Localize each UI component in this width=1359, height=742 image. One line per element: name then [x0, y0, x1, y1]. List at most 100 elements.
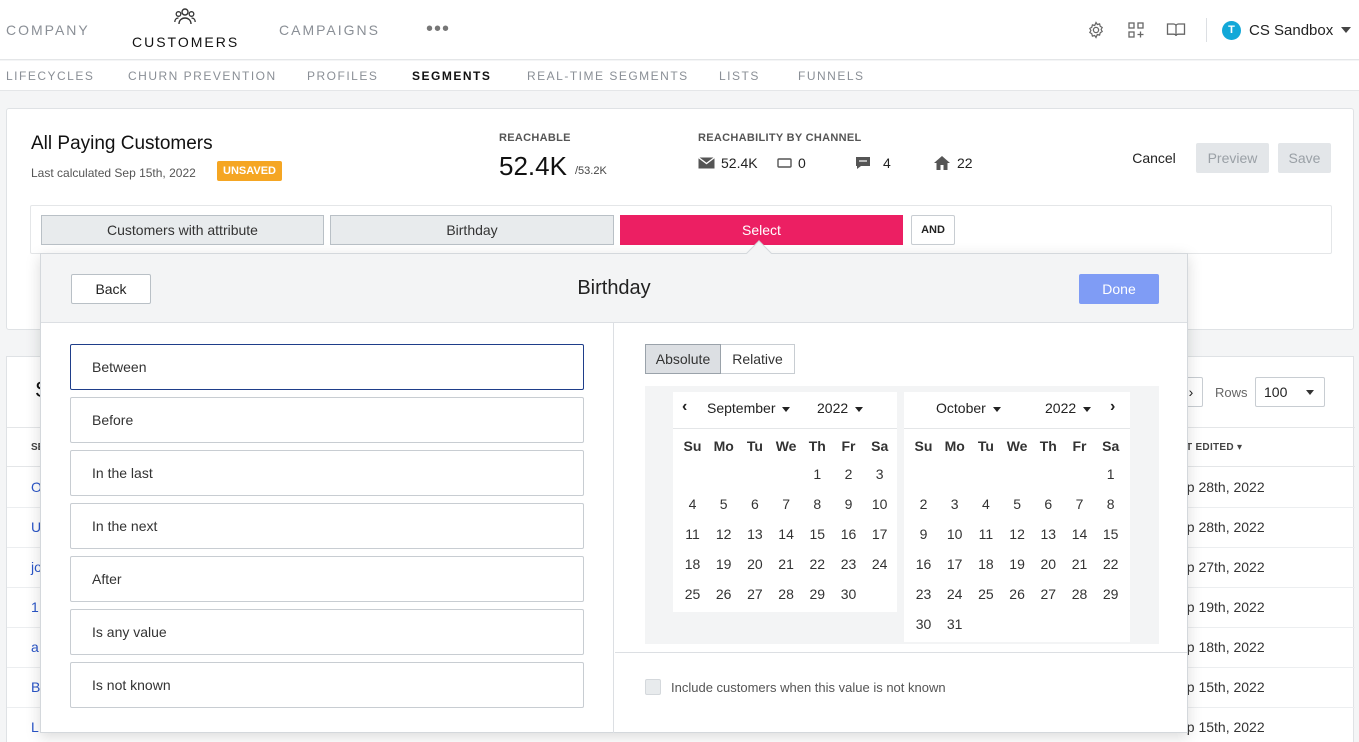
calendar-day-oct-29[interactable]: 29: [1095, 586, 1126, 602]
subnav-lists[interactable]: LISTS: [719, 69, 760, 83]
calendar-day-oct-7[interactable]: 7: [1064, 496, 1095, 512]
calendar-day-sep-24[interactable]: 24: [864, 556, 895, 572]
calendar-day-sep-28[interactable]: 28: [771, 586, 802, 602]
calendar-day-oct-21[interactable]: 21: [1064, 556, 1095, 572]
row-name[interactable]: B: [31, 679, 40, 695]
calendar-day-sep-27[interactable]: 27: [739, 586, 770, 602]
calendar-day-oct-24[interactable]: 24: [939, 586, 970, 602]
operator-in-the-last[interactable]: In the last: [70, 450, 584, 496]
more-menu-icon[interactable]: •••: [426, 18, 450, 41]
calendar-day-sep-17[interactable]: 17: [864, 526, 895, 542]
calendar-day-sep-23[interactable]: 23: [833, 556, 864, 572]
subnav-churn-prevention[interactable]: CHURN PREVENTION: [128, 69, 277, 83]
cancel-button[interactable]: Cancel: [1119, 143, 1189, 173]
operator-between[interactable]: Between: [70, 344, 584, 390]
calendar-day-sep-9[interactable]: 9: [833, 496, 864, 512]
nav-customers[interactable]: CUSTOMERS: [132, 34, 239, 50]
calendar-day-oct-18[interactable]: 18: [970, 556, 1001, 572]
year-select[interactable]: 2022: [1045, 400, 1092, 416]
calendar-day-oct-23[interactable]: 23: [908, 586, 939, 602]
preview-button[interactable]: Preview: [1196, 143, 1269, 173]
chevron-down-icon[interactable]: [1341, 27, 1351, 33]
calendar-day-oct-31[interactable]: 31: [939, 616, 970, 632]
calendar-day-sep-7[interactable]: 7: [771, 496, 802, 512]
calendar-day-oct-5[interactable]: 5: [1002, 496, 1033, 512]
calendar-day-sep-11[interactable]: 11: [677, 526, 708, 542]
chevron-right-icon[interactable]: ›: [1110, 398, 1115, 416]
calendar-day-sep-16[interactable]: 16: [833, 526, 864, 542]
subnav-segments[interactable]: SEGMENTS: [412, 69, 491, 83]
filter-condition-chip[interactable]: Select: [620, 215, 903, 245]
operator-before[interactable]: Before: [70, 397, 584, 443]
calendar-day-sep-26[interactable]: 26: [708, 586, 739, 602]
calendar-day-sep-14[interactable]: 14: [771, 526, 802, 542]
calendar-day-oct-13[interactable]: 13: [1033, 526, 1064, 542]
save-button[interactable]: Save: [1278, 143, 1331, 173]
calendar-day-sep-12[interactable]: 12: [708, 526, 739, 542]
segment-title[interactable]: All Paying Customers: [31, 133, 213, 155]
gear-icon[interactable]: [1087, 21, 1105, 39]
month-select[interactable]: October: [936, 400, 1001, 416]
calendar-day-oct-20[interactable]: 20: [1033, 556, 1064, 572]
workspace-avatar[interactable]: T: [1222, 21, 1241, 40]
year-select[interactable]: 2022: [817, 400, 864, 416]
calendar-day-sep-19[interactable]: 19: [708, 556, 739, 572]
calendar-day-sep-30[interactable]: 30: [833, 586, 864, 602]
calendar-day-sep-1[interactable]: 1: [802, 466, 833, 482]
mode-relative-toggle[interactable]: Relative: [721, 344, 795, 374]
calendar-day-sep-20[interactable]: 20: [739, 556, 770, 572]
calendar-day-oct-6[interactable]: 6: [1033, 496, 1064, 512]
calendar-day-sep-10[interactable]: 10: [864, 496, 895, 512]
operator-in-the-next[interactable]: In the next: [70, 503, 584, 549]
calendar-day-oct-19[interactable]: 19: [1002, 556, 1033, 572]
calendar-day-oct-27[interactable]: 27: [1033, 586, 1064, 602]
row-name[interactable]: 1: [31, 599, 39, 615]
calendar-day-sep-22[interactable]: 22: [802, 556, 833, 572]
mode-absolute-toggle[interactable]: Absolute: [645, 344, 721, 374]
calendar-day-oct-4[interactable]: 4: [970, 496, 1001, 512]
calendar-day-oct-3[interactable]: 3: [939, 496, 970, 512]
calendar-day-oct-25[interactable]: 25: [970, 586, 1001, 602]
subnav-lifecycles[interactable]: LIFECYCLES: [6, 69, 94, 83]
book-icon[interactable]: [1166, 21, 1186, 39]
calendar-day-oct-22[interactable]: 22: [1095, 556, 1126, 572]
nav-campaigns[interactable]: CAMPAIGNS: [279, 22, 380, 38]
calendar-day-sep-13[interactable]: 13: [739, 526, 770, 542]
calendar-day-sep-5[interactable]: 5: [708, 496, 739, 512]
and-button[interactable]: AND: [911, 215, 955, 245]
calendar-day-sep-29[interactable]: 29: [802, 586, 833, 602]
row-name[interactable]: L: [31, 719, 39, 735]
subnav-profiles[interactable]: PROFILES: [307, 69, 378, 83]
filter-type-chip[interactable]: Customers with attribute: [41, 215, 324, 245]
calendar-day-oct-12[interactable]: 12: [1002, 526, 1033, 542]
calendar-day-sep-2[interactable]: 2: [833, 466, 864, 482]
calendar-day-oct-16[interactable]: 16: [908, 556, 939, 572]
calendar-day-oct-9[interactable]: 9: [908, 526, 939, 542]
calendar-day-oct-28[interactable]: 28: [1064, 586, 1095, 602]
filter-attribute-chip[interactable]: Birthday: [330, 215, 614, 245]
operator-after[interactable]: After: [70, 556, 584, 602]
calendar-day-oct-10[interactable]: 10: [939, 526, 970, 542]
subnav-funnels[interactable]: FUNNELS: [798, 69, 865, 83]
calendar-day-sep-21[interactable]: 21: [771, 556, 802, 572]
calendar-day-oct-11[interactable]: 11: [970, 526, 1001, 542]
calendar-day-oct-26[interactable]: 26: [1002, 586, 1033, 602]
operator-is-not-known[interactable]: Is not known: [70, 662, 584, 708]
calendar-day-sep-18[interactable]: 18: [677, 556, 708, 572]
calendar-day-oct-2[interactable]: 2: [908, 496, 939, 512]
column-header-last-edited[interactable]: ST EDITED ▾: [1179, 442, 1242, 453]
integrations-icon[interactable]: [1127, 21, 1145, 39]
operator-is-any-value[interactable]: Is any value: [70, 609, 584, 655]
calendar-day-sep-15[interactable]: 15: [802, 526, 833, 542]
calendar-day-oct-14[interactable]: 14: [1064, 526, 1095, 542]
calendar-day-oct-1[interactable]: 1: [1095, 466, 1126, 482]
calendar-day-sep-6[interactable]: 6: [739, 496, 770, 512]
month-select[interactable]: September: [707, 400, 791, 416]
calendar-day-sep-25[interactable]: 25: [677, 586, 708, 602]
calendar-day-oct-8[interactable]: 8: [1095, 496, 1126, 512]
workspace-switcher[interactable]: CS Sandbox: [1249, 22, 1333, 39]
rows-per-page-select[interactable]: 100: [1255, 377, 1325, 407]
calendar-day-sep-4[interactable]: 4: [677, 496, 708, 512]
calendar-day-oct-30[interactable]: 30: [908, 616, 939, 632]
calendar-day-sep-8[interactable]: 8: [802, 496, 833, 512]
